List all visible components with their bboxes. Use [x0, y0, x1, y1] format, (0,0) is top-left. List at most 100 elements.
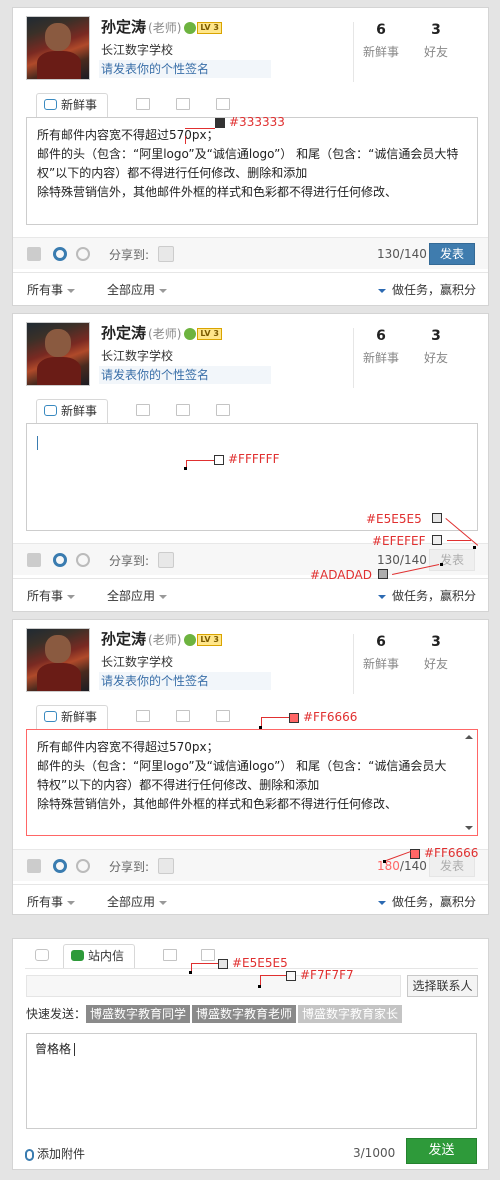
color-swatch — [215, 117, 225, 128]
chat-bubble-icon[interactable] — [35, 949, 49, 961]
signature-input[interactable]: 请发表你的个性签名 — [99, 60, 271, 78]
avatar[interactable] — [26, 322, 90, 386]
annotation-line — [447, 540, 471, 541]
color-swatch — [378, 569, 388, 579]
chevron-down-icon — [159, 900, 168, 905]
mail-icon[interactable] — [136, 404, 150, 416]
chevron-down-icon — [159, 594, 168, 599]
feed-filter-bar: 所有事 全部应用 做任务，赢积分 — [13, 578, 488, 608]
mail-body-editor[interactable]: 曾格格 — [26, 1033, 477, 1129]
publish-button[interactable]: 发表 — [429, 243, 475, 265]
task-link[interactable]: 做任务，赢积分 — [377, 893, 476, 910]
annotation-line — [186, 460, 187, 467]
post-editor-error[interactable]: 所有邮件内容宽不得超过570px； 邮件的头（包含：“阿里logo”及“诚信通lo… — [26, 729, 478, 836]
book-icon[interactable] — [216, 404, 230, 416]
feed-filter-bar: 所有事 全部应用 做任务，赢积分 — [13, 272, 488, 302]
location-icon[interactable] — [53, 247, 67, 261]
task-link[interactable]: 做任务，赢积分 — [377, 587, 476, 604]
annotation-color-efefef: #EFEFEF — [372, 534, 426, 548]
user-name[interactable]: 孙定涛 (老师) LV 3 — [101, 322, 222, 343]
publish-button-disabled[interactable]: 发表 — [429, 549, 475, 571]
stats-divider — [353, 328, 354, 388]
char-count: 130/140 — [377, 553, 427, 567]
news-stat[interactable]: 6 新鲜事 — [361, 22, 401, 60]
avatar[interactable] — [26, 16, 90, 80]
tab-news[interactable]: 新鲜事 — [36, 93, 109, 117]
scroll-down-icon[interactable] — [465, 826, 473, 830]
image-icon[interactable] — [176, 404, 190, 416]
annotation-dot — [258, 985, 261, 988]
status-panel-3: 孙定涛 (老师) LV 3 长江数字学校 请发表你的个性签名 6 新鲜事 3 好友 新鲜… — [12, 619, 489, 915]
annotation-line — [185, 128, 215, 129]
avatar[interactable] — [26, 628, 90, 692]
quick-send-row: 快速发送： 博盛数字教育同学 博盛数字教育老师 博盛数字教育家长 — [26, 1005, 404, 1023]
task-link[interactable]: 做任务，赢积分 — [377, 281, 476, 298]
book-icon[interactable] — [216, 98, 230, 110]
scrollbar[interactable] — [464, 733, 474, 832]
chevron-down-icon — [377, 288, 386, 293]
filter-all-dropdown[interactable]: 所有事 — [27, 893, 76, 910]
tab-mail[interactable]: 站内信 — [63, 944, 136, 968]
user-role: (老师) — [148, 633, 182, 647]
share-icon[interactable] — [158, 858, 174, 874]
color-swatch — [218, 958, 228, 969]
book-icon[interactable] — [201, 949, 215, 961]
filter-all-dropdown[interactable]: 所有事 — [27, 281, 76, 298]
filter-all-dropdown[interactable]: 所有事 — [27, 587, 76, 604]
user-name[interactable]: 孙定涛 (老师) LV 3 — [101, 628, 222, 649]
news-stat[interactable]: 6 新鲜事 — [361, 634, 401, 672]
paperclip-icon — [25, 1148, 34, 1161]
quick-target-classmates[interactable]: 博盛数字教育同学 — [86, 1005, 191, 1023]
post-editor[interactable]: 所有邮件内容宽不得超过570px； 邮件的头（包含：“阿里logo”及“诚信通lo… — [26, 117, 478, 225]
share-icon[interactable] — [158, 552, 174, 568]
school-name: 长江数字学校 — [101, 349, 174, 363]
annotation-color-333333: #333333 — [215, 115, 285, 129]
chevron-down-icon — [67, 288, 76, 293]
stats-divider — [353, 634, 354, 694]
add-user-icon[interactable] — [27, 553, 41, 567]
tab-news[interactable]: 新鲜事 — [36, 705, 109, 729]
news-stat[interactable]: 6 新鲜事 — [361, 328, 401, 366]
friends-stat[interactable]: 3 好友 — [421, 22, 451, 60]
filter-apps-dropdown[interactable]: 全部应用 — [107, 281, 168, 298]
signature-input[interactable]: 请发表你的个性签名 — [99, 366, 271, 384]
image-icon[interactable] — [163, 949, 177, 961]
mail-icon[interactable] — [136, 710, 150, 722]
user-name[interactable]: 孙定涛 (老师) LV 3 — [101, 16, 222, 37]
annotation-line — [261, 717, 289, 718]
scroll-up-icon[interactable] — [465, 735, 473, 739]
image-icon[interactable] — [176, 710, 190, 722]
location-icon[interactable] — [53, 859, 67, 873]
quick-target-parents[interactable]: 博盛数字教育家长 — [298, 1005, 403, 1023]
post-toolbar: 分享到: 130/140 发表 — [13, 237, 488, 269]
friends-stat[interactable]: 3 好友 — [421, 634, 451, 672]
choose-contact-button[interactable]: 选择联系人 — [407, 975, 478, 997]
attach-link[interactable]: 添加附件 — [25, 1145, 85, 1162]
location-icon[interactable] — [53, 553, 67, 567]
level-icon — [184, 327, 197, 340]
clock-icon[interactable] — [76, 553, 90, 567]
book-icon[interactable] — [216, 710, 230, 722]
chat-bubble-icon — [44, 99, 57, 110]
filter-apps-dropdown[interactable]: 全部应用 — [107, 587, 168, 604]
add-user-icon[interactable] — [27, 859, 41, 873]
clock-icon[interactable] — [76, 247, 90, 261]
image-icon[interactable] — [176, 98, 190, 110]
filter-apps-dropdown[interactable]: 全部应用 — [107, 893, 168, 910]
annotation-line — [260, 975, 261, 985]
color-swatch — [286, 970, 296, 981]
tab-news[interactable]: 新鲜事 — [36, 399, 109, 423]
color-swatch — [432, 535, 442, 545]
clock-icon[interactable] — [76, 859, 90, 873]
friends-stat[interactable]: 3 好友 — [421, 328, 451, 366]
signature-input[interactable]: 请发表你的个性签名 — [99, 672, 271, 690]
annotation-dot — [189, 971, 192, 974]
add-user-icon[interactable] — [27, 247, 41, 261]
mail-icon[interactable] — [136, 98, 150, 110]
quick-send-label: 快速发送： — [26, 1007, 87, 1021]
quick-target-teachers[interactable]: 博盛数字教育老师 — [192, 1005, 297, 1023]
share-icon[interactable] — [158, 246, 174, 262]
chat-bubble-icon — [44, 405, 57, 416]
text-cursor — [74, 1043, 76, 1056]
send-mail-button[interactable]: 发送 — [406, 1138, 477, 1164]
